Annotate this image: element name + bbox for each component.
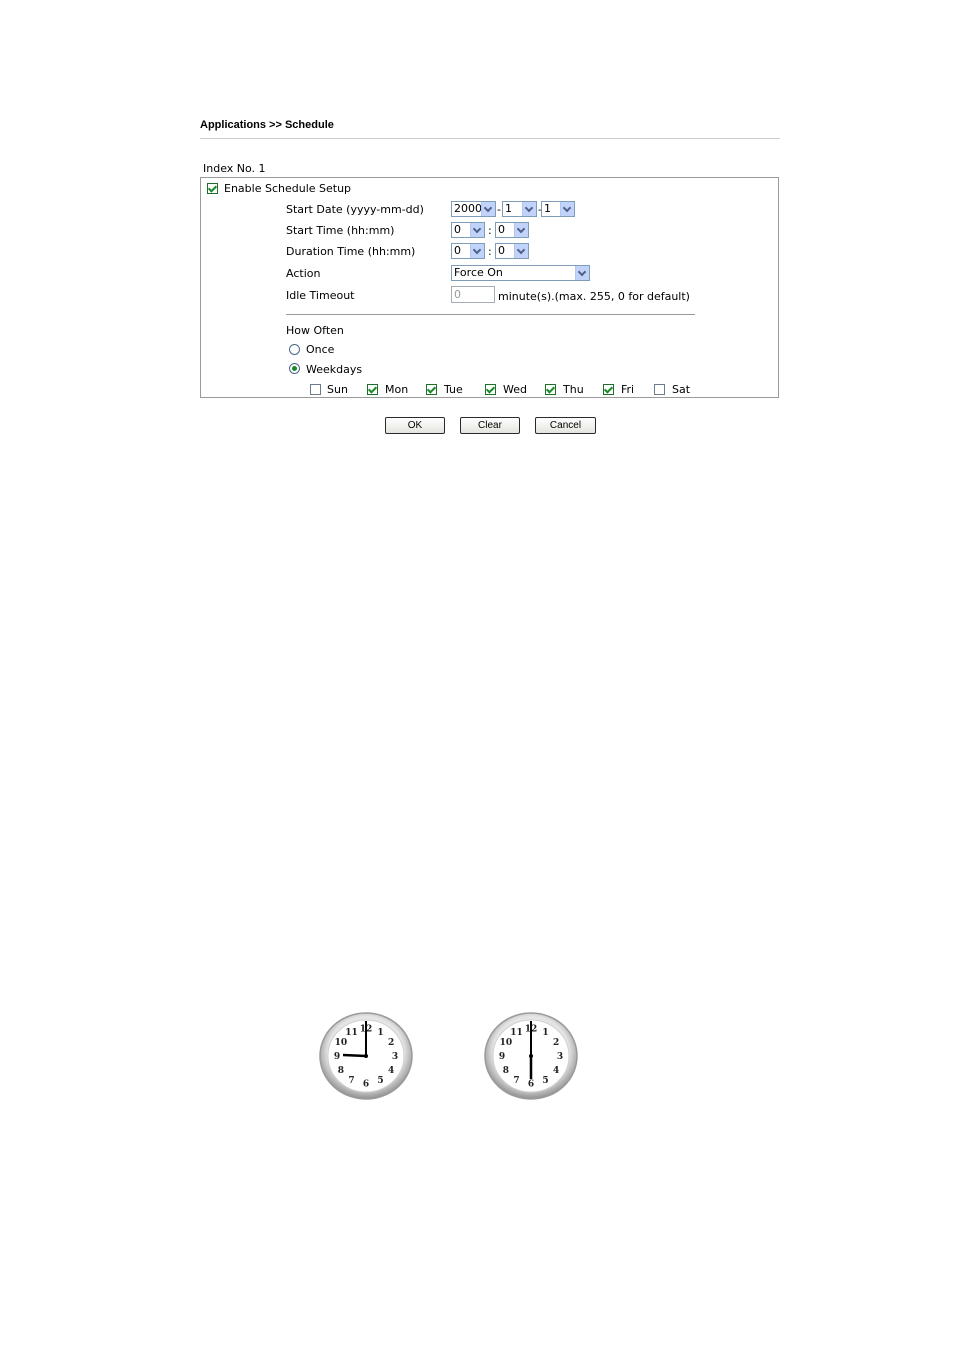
action-label: Action [286,267,321,280]
how-often-label: How Often [286,324,344,337]
start-minute-select[interactable]: 0 [495,222,529,238]
weekdays-radio[interactable] [289,363,300,374]
dial-number: 10 [500,1038,513,1048]
start-hour-select[interactable]: 0 [451,222,485,238]
dial-number: 2 [388,1038,394,1048]
chevron-down-icon [470,244,484,258]
time-colon: : [488,245,492,258]
day-checkbox-tue[interactable] [426,384,437,395]
chevron-down-icon [514,223,528,237]
dial-number: 7 [513,1076,519,1086]
dial-number: 5 [542,1076,548,1086]
dial-number: 7 [348,1076,354,1086]
action-value: Force On [454,266,503,279]
idle-timeout-input[interactable]: 0 [451,286,495,303]
idle-timeout-label: Idle Timeout [286,289,355,302]
once-label: Once [306,343,335,356]
duration-minute-select[interactable]: 0 [495,243,529,259]
start-day-value: 1 [544,202,551,215]
start-hour-value: 0 [454,223,461,236]
day-label-tue: Tue [444,383,463,396]
start-time-label: Start Time (hh:mm) [286,224,395,237]
day-checkbox-wed[interactable] [485,384,496,395]
dial-number: 6 [363,1080,369,1090]
chevron-down-icon [575,266,589,280]
dial-number: 3 [557,1052,563,1062]
dial-number: 4 [388,1066,394,1076]
dial-number: 11 [345,1028,358,1038]
day-label-thu: Thu [563,383,584,396]
section-divider [286,314,695,315]
day-checkbox-fri[interactable] [603,384,614,395]
dial-number: 10 [335,1038,348,1048]
duration-hour-select[interactable]: 0 [451,243,485,259]
dial-number: 11 [510,1028,523,1038]
start-month-value: 1 [505,202,512,215]
weekdays-label: Weekdays [306,363,363,376]
chevron-down-icon [522,202,536,216]
dial-number: 1 [377,1028,383,1038]
ok-button[interactable]: OK [385,417,445,434]
day-checkbox-thu[interactable] [545,384,556,395]
hour-hand [342,1053,367,1058]
dial-number: 8 [503,1066,509,1076]
enable-schedule-checkbox[interactable] [207,183,218,194]
start-date-label: Start Date (yyyy-mm-dd) [286,203,424,216]
action-select[interactable]: Force On [451,265,590,281]
clock-icon-six-oclock: 121234567891011 [484,1011,579,1104]
dial-number: 9 [334,1052,340,1062]
dial-number: 1 [542,1028,548,1038]
day-label-sun: Sun [327,383,348,396]
dial-number: 2 [553,1038,559,1048]
day-label-wed: Wed [503,383,527,396]
chevron-down-icon [560,202,574,216]
chevron-down-icon [514,244,528,258]
index-label: Index No. 1 [203,162,266,175]
start-year-value: 2000 [454,202,482,215]
time-colon: : [488,224,492,237]
chevron-down-icon [481,202,495,216]
start-year-select[interactable]: 2000 [451,201,496,217]
cancel-button[interactable]: Cancel [535,417,596,434]
day-label-mon: Mon [385,383,409,396]
clock-face-1: 121234567891011 [319,1012,413,1100]
day-label-sat: Sat [672,383,691,396]
dial-number: 8 [338,1066,344,1076]
breadcrumb-divider [200,138,780,139]
dial-number: 5 [377,1076,383,1086]
dial-number: 4 [553,1066,559,1076]
start-minute-value: 0 [498,223,505,236]
start-day-select[interactable]: 1 [541,201,575,217]
clear-button[interactable]: Clear [460,417,520,434]
idle-timeout-hint: minute(s).(max. 255, 0 for default) [498,290,690,303]
dial-number: 6 [528,1080,534,1090]
day-checkbox-sat[interactable] [654,384,665,395]
chevron-down-icon [470,223,484,237]
date-dash: - [497,203,501,216]
day-label-fri: Fri [621,383,635,396]
day-checkbox-sun[interactable] [310,384,321,395]
clock-icon-nine-oclock: 121234567891011 [319,1011,414,1104]
day-checkbox-mon[interactable] [367,384,378,395]
once-radio[interactable] [289,344,300,355]
duration-label: Duration Time (hh:mm) [286,245,416,258]
duration-hour-value: 0 [454,244,461,257]
duration-minute-value: 0 [498,244,505,257]
breadcrumb: Applications >> Schedule [200,119,334,131]
enable-schedule-label: Enable Schedule Setup [224,182,352,195]
dial-number: 9 [499,1052,505,1062]
dial-number: 3 [392,1052,398,1062]
start-month-select[interactable]: 1 [502,201,537,217]
clock-face-2: 121234567891011 [484,1012,578,1100]
